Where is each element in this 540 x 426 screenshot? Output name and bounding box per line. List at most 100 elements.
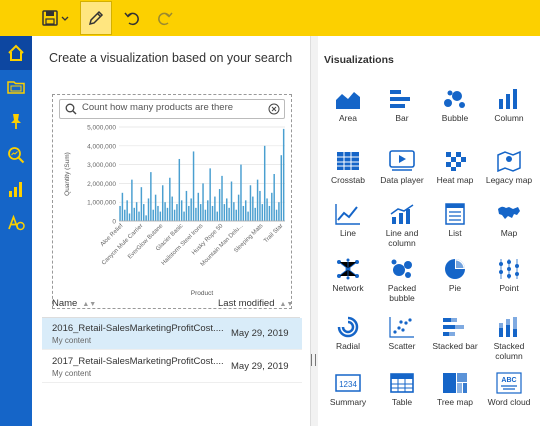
- column-header-name[interactable]: Name ▲▼: [52, 298, 96, 309]
- viz-label: List: [448, 228, 462, 238]
- chart-bar: [209, 168, 211, 221]
- clear-search-icon[interactable]: [268, 103, 280, 115]
- chart-bar: [143, 204, 145, 221]
- viz-tile-line-and-column[interactable]: Line and column: [377, 203, 427, 248]
- viz-tile-area[interactable]: Area: [323, 88, 373, 123]
- chart-bar: [154, 194, 157, 221]
- viz-label: Legacy map: [485, 175, 533, 185]
- chart-bar: [176, 204, 178, 221]
- left-navigation: [0, 36, 32, 426]
- undo-button[interactable]: [117, 0, 147, 36]
- viz-label: Column: [494, 113, 524, 123]
- viz-tile-map[interactable]: Map: [484, 203, 534, 238]
- crosstab-icon: [337, 152, 359, 170]
- column-chart-icon: [499, 89, 517, 109]
- chart-bar: [164, 202, 166, 221]
- viz-tile-tree-map[interactable]: Tree map: [430, 372, 480, 407]
- chart-bar: [237, 194, 240, 221]
- list-item[interactable]: 2017_Retail-SalesMarketingProfitCost....…: [42, 351, 302, 383]
- heat-map-icon: [446, 152, 466, 171]
- y-tick-label: 3,000,000: [87, 162, 116, 169]
- chart-bar: [256, 179, 259, 221]
- chart-bar: [124, 209, 126, 221]
- viz-tile-stacked-column[interactable]: Stacked column: [484, 316, 534, 361]
- splitter-grip-icon[interactable]: [311, 354, 316, 366]
- nav-data[interactable]: [0, 70, 32, 104]
- chart-bar: [275, 209, 278, 221]
- viz-tile-point[interactable]: Point: [484, 258, 534, 293]
- viz-tile-heat-map[interactable]: Heat map: [430, 150, 480, 185]
- stacked-column-icon: [499, 317, 517, 337]
- viz-tile-stacked-bar[interactable]: Stacked bar: [430, 316, 480, 351]
- chart-bar: [126, 200, 128, 221]
- y-tick-label: 4,000,000: [87, 143, 116, 150]
- viz-tile-crosstab[interactable]: Crosstab: [323, 150, 373, 185]
- viz-label: Heat map: [436, 175, 474, 185]
- data-module-icon: [7, 81, 25, 94]
- redo-icon: [158, 12, 173, 26]
- viz-tile-word-cloud[interactable]: ABC Word cloud: [484, 372, 534, 407]
- chart-bar: [266, 198, 268, 221]
- viz-tile-line[interactable]: Line: [323, 203, 373, 238]
- viz-tile-bar[interactable]: Bar: [377, 88, 427, 123]
- viz-tile-table[interactable]: Table: [377, 372, 427, 407]
- chart-bar: [214, 196, 216, 221]
- column-header-last-modified[interactable]: Last modified ▲▼: [218, 298, 293, 309]
- nav-pin[interactable]: [0, 104, 32, 138]
- nav-text[interactable]: [0, 206, 32, 240]
- edit-button[interactable]: [80, 1, 112, 35]
- chart-bar: [211, 205, 214, 221]
- chart-bar: [150, 172, 152, 221]
- chart-bar: [185, 190, 188, 221]
- search-icon: [65, 103, 77, 115]
- x-tick-label: Trail Star: [263, 223, 284, 244]
- column-header-name-label: Name: [52, 298, 78, 309]
- pencil-icon: [88, 10, 104, 26]
- viz-label: Word cloud: [487, 397, 531, 407]
- chart-bar: [202, 183, 204, 221]
- point-chart-icon: [499, 259, 519, 279]
- viz-tile-network[interactable]: Network: [323, 258, 373, 293]
- viz-label: Line: [339, 228, 357, 238]
- top-toolbar: [0, 0, 540, 36]
- chart-bar: [278, 202, 280, 221]
- viz-label: Tree map: [436, 397, 474, 407]
- column-header-modified-label: Last modified: [218, 298, 275, 309]
- viz-tile-packed-bubble[interactable]: Packed bubble: [377, 258, 427, 303]
- viz-tile-column[interactable]: Column: [484, 88, 534, 123]
- save-button[interactable]: [36, 0, 74, 36]
- nav-home[interactable]: [0, 36, 32, 70]
- area-chart-icon: [336, 92, 360, 109]
- sort-icon: ▲▼: [82, 301, 97, 308]
- redo-button[interactable]: [150, 0, 180, 36]
- viz-tile-bubble[interactable]: Bubble: [430, 88, 480, 123]
- viz-label: Scatter: [388, 341, 416, 351]
- list-icon: [445, 203, 465, 225]
- map-icon: [498, 206, 520, 219]
- nav-explore[interactable]: [0, 138, 32, 172]
- visualization-preview[interactable]: Count how many products are there 5,000,…: [52, 94, 292, 309]
- viz-tile-pie[interactable]: Pie: [430, 258, 480, 293]
- viz-tile-summary[interactable]: 1234 Summary: [323, 372, 373, 407]
- bubble-chart-icon: [444, 90, 465, 108]
- scatter-chart-icon: [389, 317, 414, 338]
- chart-bar: [280, 155, 283, 221]
- viz-tile-data-player[interactable]: Data player: [377, 150, 427, 185]
- panel-splitter[interactable]: [310, 36, 318, 426]
- list-item[interactable]: 2016_Retail-SalesMarketingProfitCost....…: [42, 318, 302, 350]
- dropdown-caret-icon: [61, 16, 69, 21]
- visualizations-icon: [9, 182, 22, 197]
- bar-chart-icon: [390, 90, 410, 108]
- chart-bar: [180, 200, 183, 221]
- data-player-icon: [389, 150, 415, 171]
- viz-tile-scatter[interactable]: Scatter: [377, 316, 427, 351]
- viz-tile-radial[interactable]: Radial: [323, 316, 373, 351]
- search-results-panel: Create a visualization based on your sea…: [32, 36, 310, 426]
- viz-label: Stacked bar: [432, 341, 478, 351]
- viz-tile-legacy-map[interactable]: Legacy map: [484, 150, 534, 185]
- svg-text:1234: 1234: [339, 380, 357, 389]
- search-query-bar[interactable]: Count how many products are there: [59, 99, 285, 119]
- chart-bar: [195, 207, 197, 221]
- nav-visualizations[interactable]: [0, 172, 32, 206]
- viz-tile-list[interactable]: List: [430, 203, 480, 238]
